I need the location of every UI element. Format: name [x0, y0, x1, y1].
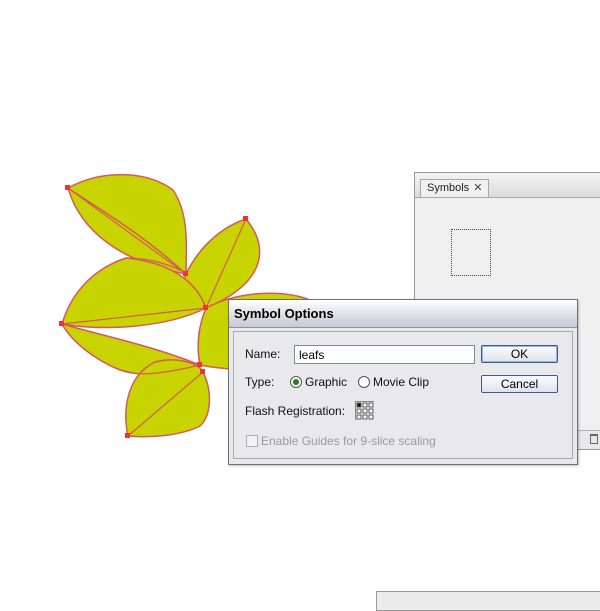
registration-grid-icon[interactable]	[355, 401, 374, 420]
movie-clip-radio[interactable]	[358, 376, 370, 388]
panel-tabbar: Symbols ✕	[415, 173, 600, 198]
ok-button[interactable]: OK	[481, 345, 558, 363]
tab-symbols-label: Symbols	[427, 182, 470, 194]
close-icon[interactable]: ✕	[473, 183, 482, 194]
trash-icon[interactable]	[590, 434, 598, 444]
registration-label: Flash Registration:	[245, 404, 346, 418]
name-label: Name:	[245, 347, 281, 361]
graphic-radio-label[interactable]: Graphic	[305, 375, 347, 389]
anchor-point	[243, 216, 248, 221]
dialog-titlebar[interactable]: Symbol Options	[229, 300, 577, 328]
anchor-point	[203, 305, 208, 310]
cancel-button[interactable]: Cancel	[481, 375, 558, 393]
graphic-radio[interactable]	[290, 376, 302, 388]
anchor-point	[197, 362, 202, 367]
anchor-point	[125, 433, 130, 438]
bottom-panel	[376, 591, 600, 611]
symbol-preview	[451, 229, 491, 276]
stage-canvas[interactable]: Symbols ✕ Symbol Options Name: Type: Gra…	[0, 0, 600, 611]
anchor-point	[183, 271, 188, 276]
guides-checkbox-label: Enable Guides for 9-slice scaling	[261, 434, 436, 448]
name-input[interactable]	[294, 345, 475, 364]
tab-symbols[interactable]: Symbols ✕	[420, 179, 490, 197]
dialog-title: Symbol Options	[234, 306, 334, 321]
anchor-point	[65, 185, 70, 190]
guides-checkbox[interactable]	[246, 435, 258, 447]
anchor-point	[59, 321, 64, 326]
movie-clip-radio-label[interactable]: Movie Clip	[373, 375, 429, 389]
symbol-options-dialog: Symbol Options Name: Type: Graphic Movie…	[228, 299, 578, 465]
anchor-point	[200, 369, 205, 374]
type-label: Type:	[245, 375, 275, 389]
